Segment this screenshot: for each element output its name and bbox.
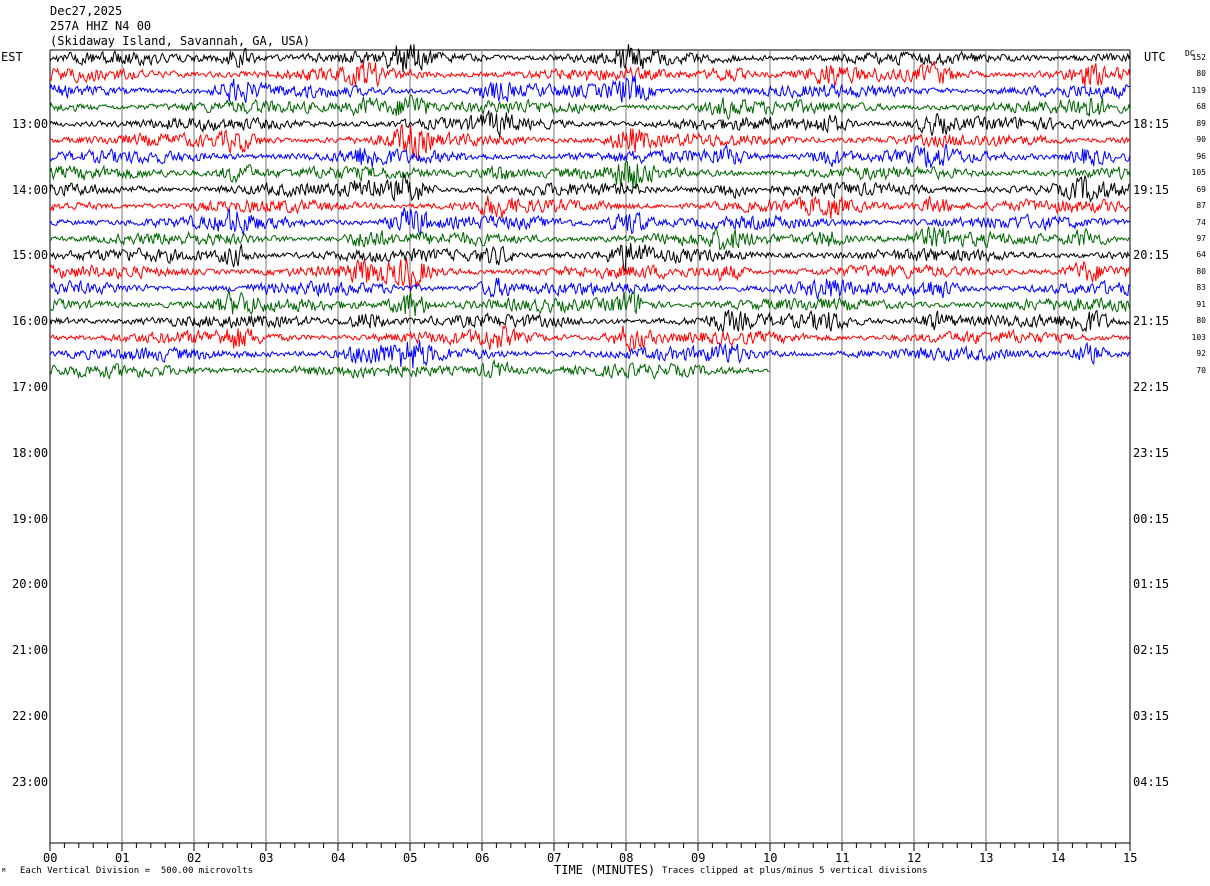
location-label: (Skidaway Island, Savannah, GA, USA) bbox=[50, 34, 311, 48]
x-tick-label: 13 bbox=[979, 851, 994, 865]
trace-line bbox=[49, 143, 1131, 168]
clip-note: Traces clipped at plus/minus 5 vertical … bbox=[662, 866, 928, 876]
x-tick-label: 03 bbox=[259, 851, 274, 865]
x-tick-label: 01 bbox=[115, 851, 130, 865]
trace-line bbox=[49, 243, 1131, 273]
trace-line bbox=[49, 173, 1131, 203]
trace-line bbox=[49, 94, 1131, 120]
dc-offset-value: 80 bbox=[1196, 69, 1206, 79]
utc-hour-label: 23:15 bbox=[1133, 445, 1170, 460]
dc-offset-value: 64 bbox=[1196, 250, 1206, 260]
utc-hour-label: 19:15 bbox=[1133, 182, 1170, 197]
dc-offset-value: 92 bbox=[1196, 349, 1206, 359]
utc-axis-label: UTC bbox=[1144, 50, 1166, 64]
corner-mark: ᴹ bbox=[1, 868, 7, 878]
x-tick-label: 05 bbox=[403, 851, 418, 865]
dc-offset-value: 103 bbox=[1191, 332, 1206, 342]
x-tick-label: 11 bbox=[835, 851, 850, 865]
trace-line bbox=[49, 207, 1131, 236]
dc-offset-value: 91 bbox=[1196, 299, 1206, 309]
channel-label: 257A HHZ N4 00 bbox=[50, 19, 152, 33]
x-tick-label: 02 bbox=[187, 851, 202, 865]
trace-line bbox=[49, 75, 1131, 103]
trace-line bbox=[49, 194, 1131, 219]
dc-offset-value: 97 bbox=[1196, 233, 1206, 243]
utc-hour-label: 20:15 bbox=[1133, 248, 1170, 263]
est-hour-label: 17:00 bbox=[12, 380, 49, 394]
utc-hour-label: 04:15 bbox=[1133, 774, 1170, 789]
x-tick-label: 14 bbox=[1051, 851, 1066, 865]
est-hour-label: 21:00 bbox=[12, 643, 49, 658]
dc-offset-value: 90 bbox=[1196, 135, 1206, 145]
est-hour-label: 16:00 bbox=[12, 314, 49, 329]
trace-line bbox=[49, 277, 1131, 300]
utc-hour-label: 02:15 bbox=[1133, 643, 1170, 658]
trace-line bbox=[49, 44, 1131, 73]
dc-offset-value: 70 bbox=[1196, 365, 1206, 375]
x-tick-label: 10 bbox=[763, 851, 778, 865]
utc-hour-label: 22:15 bbox=[1133, 380, 1170, 394]
date-label: Dec27,2025 bbox=[50, 4, 123, 18]
est-hour-label: 14:00 bbox=[12, 182, 49, 197]
trace-line bbox=[49, 160, 1131, 190]
x-tick-label: 15 bbox=[1123, 851, 1138, 865]
x-tick-label: 09 bbox=[691, 851, 706, 865]
utc-hour-label: 01:15 bbox=[1133, 577, 1170, 592]
x-tick-label: 12 bbox=[907, 851, 922, 865]
utc-hour-label: 18:15 bbox=[1133, 116, 1170, 131]
trace-line bbox=[49, 309, 1131, 334]
dc-offset-value: 83 bbox=[1196, 283, 1206, 293]
dc-offset-value: 69 bbox=[1196, 184, 1206, 194]
utc-hour-label: 03:15 bbox=[1133, 709, 1170, 723]
x-tick-label: 06 bbox=[475, 851, 490, 865]
dc-offset-value: 96 bbox=[1196, 151, 1206, 161]
x-tick-label: 00 bbox=[43, 851, 58, 865]
trace-line bbox=[49, 226, 1131, 251]
est-hour-label: 15:00 bbox=[12, 248, 49, 263]
x-axis-title: TIME (MINUTES) bbox=[554, 863, 656, 877]
dc-offset-value: 80 bbox=[1196, 266, 1206, 276]
dc-offset-value: 87 bbox=[1196, 201, 1206, 211]
utc-hour-label: 00:15 bbox=[1133, 511, 1170, 526]
est-hour-label: 13:00 bbox=[12, 116, 49, 131]
seismogram-plot bbox=[49, 44, 1131, 851]
est-hour-label: 19:00 bbox=[12, 511, 49, 526]
dc-offset-value: 74 bbox=[1196, 217, 1206, 227]
trace-line bbox=[49, 257, 1131, 293]
x-tick-label: 04 bbox=[331, 851, 346, 865]
utc-hour-label: 21:15 bbox=[1133, 314, 1170, 329]
est-hour-label: 18:00 bbox=[12, 445, 49, 460]
trace-line bbox=[49, 340, 1131, 369]
dc-offset-value: 105 bbox=[1191, 168, 1206, 178]
est-hour-label: 23:00 bbox=[12, 774, 49, 789]
est-axis-label: EST bbox=[1, 50, 23, 64]
x-tick-label: 07 bbox=[547, 851, 562, 865]
dc-offset-value: 80 bbox=[1196, 316, 1206, 326]
dc-offset-value: 152 bbox=[1191, 53, 1206, 62]
trace-line bbox=[49, 110, 1131, 138]
est-hour-label: 22:00 bbox=[12, 709, 49, 723]
trace-line bbox=[49, 324, 1131, 352]
dc-offset-value: 68 bbox=[1196, 102, 1206, 112]
dc-offset-value: 119 bbox=[1191, 85, 1206, 95]
trace-line bbox=[49, 290, 1131, 316]
est-hour-label: 20:00 bbox=[12, 577, 49, 592]
scale-note: Each Vertical Division = 500.00 microvol… bbox=[20, 866, 253, 876]
dc-offset-value: 89 bbox=[1196, 118, 1206, 128]
x-tick-label: 08 bbox=[619, 851, 634, 865]
trace-line bbox=[49, 61, 1131, 88]
